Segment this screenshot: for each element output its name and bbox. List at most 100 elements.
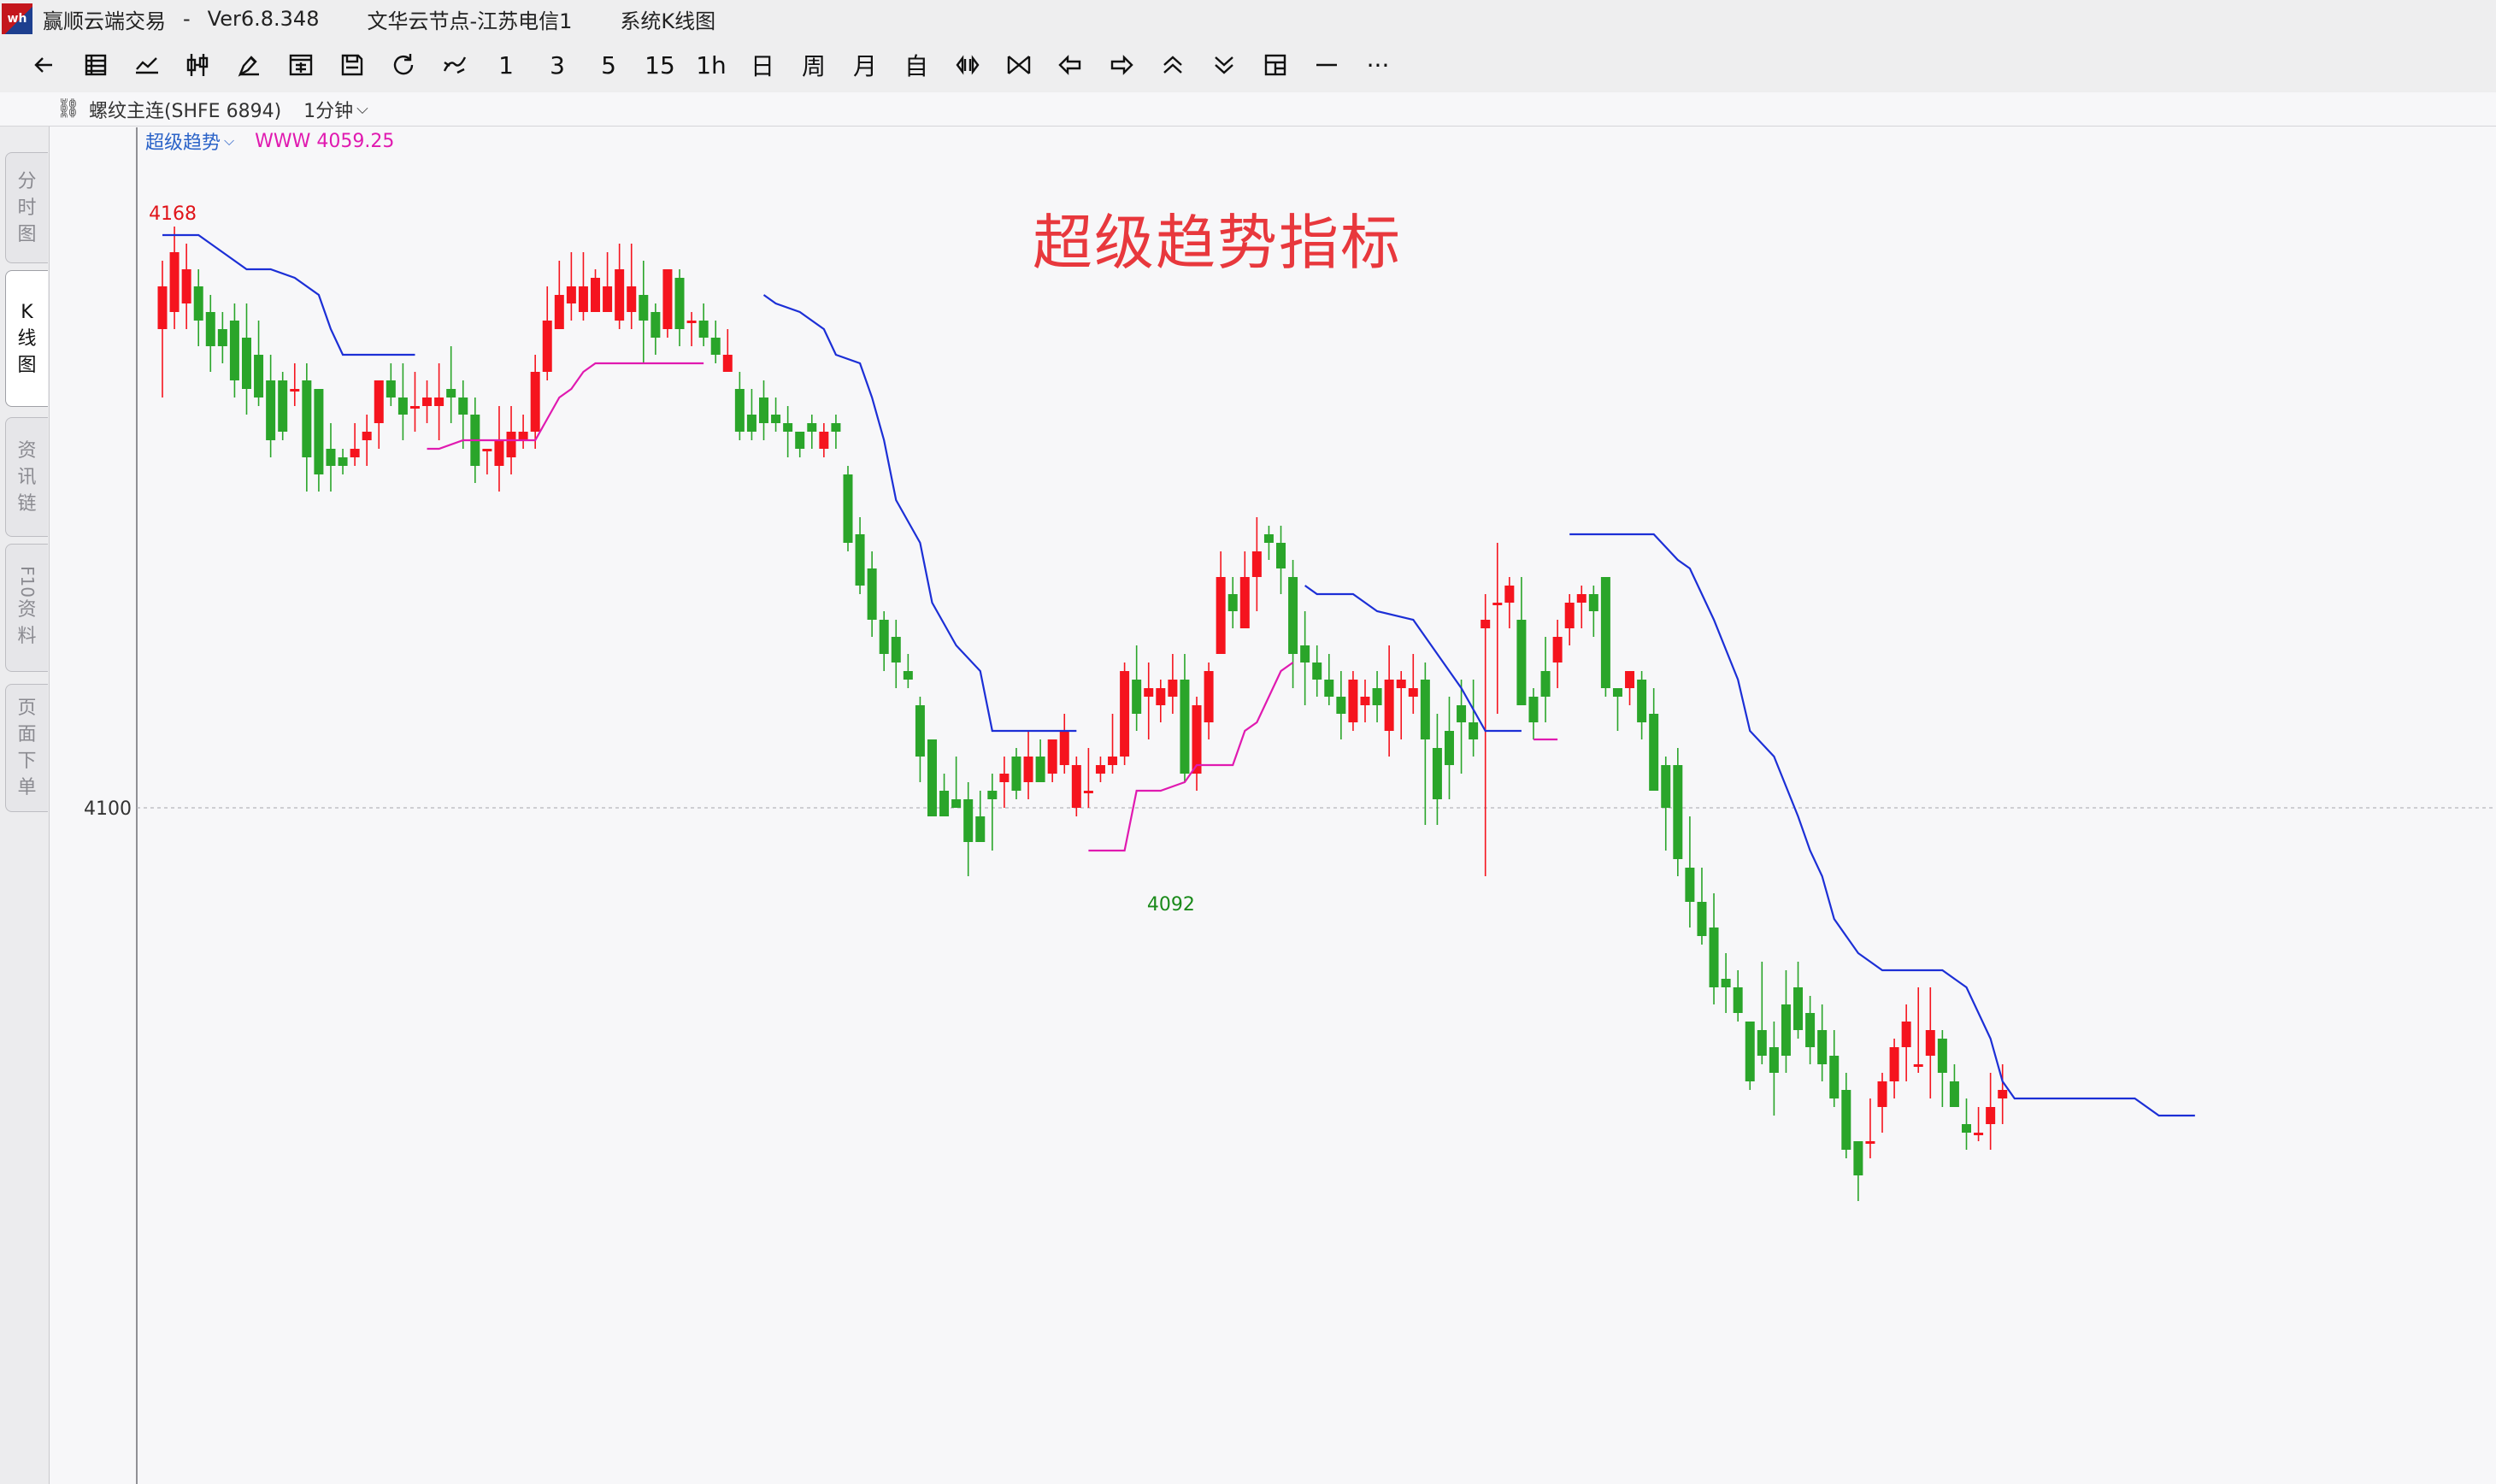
candle-body-up xyxy=(1156,688,1166,705)
toolbar-period-day-button[interactable]: 日 xyxy=(737,43,788,87)
double-chevron-down-icon xyxy=(1215,56,1233,74)
toolbar-quote-list-button[interactable] xyxy=(70,43,121,87)
kline-chart[interactable]: 4100 4168 4092 xyxy=(50,127,2496,1484)
candle-body-down xyxy=(963,799,974,842)
candle-body-down xyxy=(205,312,215,346)
candle-body-up xyxy=(603,286,613,312)
candle-body-down xyxy=(397,398,408,415)
candle-body-down xyxy=(831,423,841,432)
kline-chart-area[interactable]: 4100 4168 4092 xyxy=(50,127,2496,1484)
high-price-label: 4168 xyxy=(149,203,197,225)
candle-body-down xyxy=(1697,902,1707,936)
step-right-icon xyxy=(1110,55,1133,75)
candle-body-down xyxy=(1673,765,1683,859)
toolbar-move-left-button[interactable] xyxy=(1045,43,1096,87)
supertrend-support-line xyxy=(1088,662,1294,852)
list-icon xyxy=(85,54,107,76)
candle-body-down xyxy=(843,474,853,543)
toolbar: 1 3 5 15 1h 日周月自 ··· xyxy=(0,38,2496,92)
candle-body-down xyxy=(1227,594,1238,611)
link-icon[interactable]: ⛓ xyxy=(56,98,80,120)
side-tab-bar: 分时图 K 线图资讯链 F10 资料页面下单 xyxy=(0,127,50,1484)
app-version: Ver6.8.348 xyxy=(207,7,320,31)
candle-body-up xyxy=(1384,680,1394,731)
side-tab-news-chain[interactable]: 资讯链 xyxy=(5,417,48,537)
toolbar-zoom-in-button[interactable] xyxy=(942,43,993,87)
toolbar-kline-button[interactable] xyxy=(173,43,224,87)
toolbar-order-panel-button[interactable] xyxy=(275,43,327,87)
candle-body-down xyxy=(903,671,913,680)
toolbar-scale-up-button[interactable] xyxy=(1147,43,1198,87)
period-dropdown[interactable]: 1分钟 ⌵ xyxy=(303,96,368,123)
floppy-icon xyxy=(341,54,363,76)
candle-body-up xyxy=(1023,757,1033,782)
candle-body-down xyxy=(891,637,901,662)
toolbar-period-1-button[interactable]: 1 xyxy=(480,43,532,87)
side-tab-char: 面 xyxy=(17,724,37,745)
candle-body-up xyxy=(1925,1030,1935,1056)
side-tab-char: 下 xyxy=(17,751,37,772)
side-tab-kline[interactable]: K线图 xyxy=(5,270,48,407)
toolbar-scale-down-button[interactable] xyxy=(1198,43,1250,87)
side-tab-char: 分 xyxy=(17,170,37,192)
candle-body-down xyxy=(927,739,937,816)
toolbar-period-1h-button[interactable]: 1h xyxy=(686,43,737,87)
candle-body-up xyxy=(1204,671,1214,722)
toolbar-period-3-button[interactable]: 3 xyxy=(532,43,583,87)
candle-body-down xyxy=(1805,1013,1816,1047)
order-book-icon xyxy=(289,54,313,76)
toolbar-label: 周 xyxy=(801,52,826,80)
candle-body-down xyxy=(326,449,336,466)
candle-body-down xyxy=(1372,688,1382,705)
candle-body-down xyxy=(241,338,251,389)
toolbar-layout-button[interactable] xyxy=(1250,43,1301,87)
title-bar: wh 赢顺云端交易 - Ver6.8.348 文华云节点-江苏电信1 系统K线图 xyxy=(0,0,2496,38)
candle-body-up xyxy=(181,269,191,303)
toolbar-indicator-button[interactable] xyxy=(429,43,480,87)
side-tab-char: 资 xyxy=(17,439,37,462)
indicator-selector[interactable]: 超级趋势 ⌵ xyxy=(145,127,255,155)
toolbar-period-5-button[interactable]: 5 xyxy=(583,43,634,87)
toolbar-refresh-button[interactable] xyxy=(378,43,429,87)
toolbar-save-button[interactable] xyxy=(327,43,378,87)
toolbar-draw-tool-button[interactable] xyxy=(224,43,275,87)
toolbar-move-right-button[interactable] xyxy=(1096,43,1147,87)
side-tab-f10[interactable]: F10 资料 xyxy=(5,544,48,672)
toolbar-line-tool-button[interactable] xyxy=(1301,43,1352,87)
toolbar-label: 1h xyxy=(696,50,727,80)
low-price-label: 4092 xyxy=(1147,894,1195,916)
side-tab-time-share[interactable]: 分时图 xyxy=(5,152,48,263)
candle-body-down xyxy=(1781,1004,1791,1056)
toolbar-label: 1 xyxy=(498,50,514,80)
side-tab-char: 时 xyxy=(17,197,37,219)
toolbar-more-button[interactable]: ··· xyxy=(1352,43,1404,87)
toolbar-period-month-button[interactable]: 月 xyxy=(839,43,891,87)
side-tab-char: F10 xyxy=(17,565,38,598)
candle-body-up xyxy=(1552,637,1563,662)
candle-body-down xyxy=(1420,680,1430,739)
candle-body-up xyxy=(1877,1081,1887,1107)
candle-body-down xyxy=(229,321,239,380)
toolbar-label: 5 xyxy=(601,50,616,80)
candle-body-up xyxy=(482,449,492,451)
candle-body-down xyxy=(1817,1030,1828,1064)
toolbar-label: 15 xyxy=(645,50,675,80)
candle-body-up xyxy=(1108,757,1118,765)
candle-body-down xyxy=(975,816,986,842)
toolbar-period-custom-button[interactable]: 自 xyxy=(891,43,942,87)
side-tab-page-order[interactable]: 页面下单 xyxy=(5,684,48,812)
candle-body-down xyxy=(759,398,768,423)
candle-body-down xyxy=(314,389,324,474)
candle-body-up xyxy=(290,389,300,392)
toolbar-zoom-out-button[interactable] xyxy=(993,43,1045,87)
step-left-icon xyxy=(1058,55,1081,75)
candle-body-down xyxy=(1745,1022,1755,1081)
horizontal-line-icon xyxy=(1316,63,1337,67)
candle-body-down xyxy=(1444,731,1454,765)
toolbar-period-week-button[interactable]: 周 xyxy=(788,43,839,87)
toolbar-time-share-button[interactable] xyxy=(121,43,173,87)
toolbar-back-button[interactable] xyxy=(19,43,70,87)
toolbar-period-15-button[interactable]: 15 xyxy=(634,43,686,87)
candle-body-down xyxy=(1469,722,1479,739)
candle-body-down xyxy=(855,534,865,586)
